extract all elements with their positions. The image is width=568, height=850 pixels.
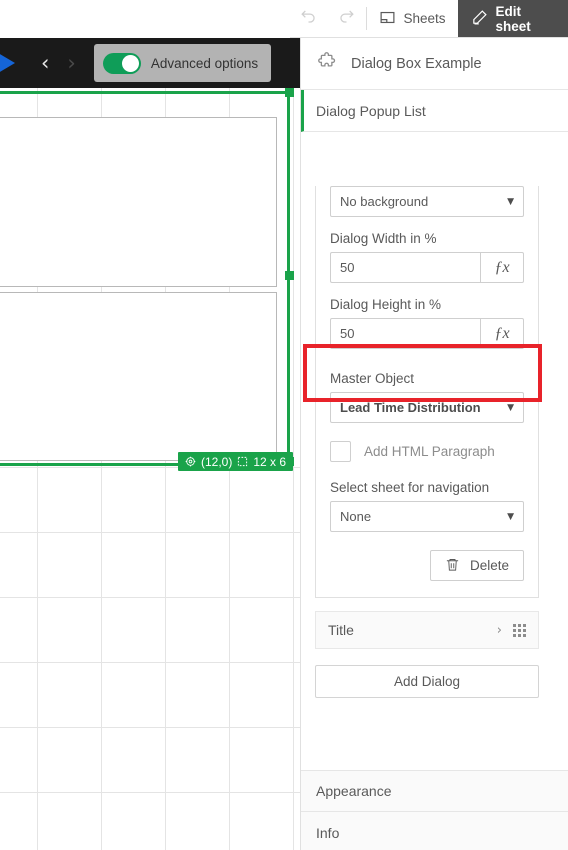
select-sheet-label: Select sheet for navigation: [330, 480, 490, 495]
chevron-down-icon: ▼: [507, 511, 514, 522]
sheets-icon: [379, 9, 396, 29]
add-dialog-label: Add Dialog: [393, 674, 461, 689]
target-icon: [185, 456, 196, 467]
accordion-appearance-label: Appearance: [316, 783, 392, 799]
selection-info-badge: (12,0) 12 x 6: [178, 452, 294, 471]
tab-sheets[interactable]: Sheets: [366, 0, 458, 37]
tab-sheets-label: Sheets: [403, 11, 446, 26]
mpmX-logo[interactable]: [0, 46, 25, 80]
redo-arrow-icon: [337, 7, 356, 31]
add-html-paragraph-checkbox[interactable]: [330, 441, 351, 462]
tab-edit-sheet[interactable]: Edit sheet: [458, 0, 568, 37]
resize-icon: [237, 456, 248, 467]
trash-icon: [445, 557, 460, 575]
dialog-height-input[interactable]: 50: [330, 318, 480, 349]
dialog-height-label: Dialog Height in %: [330, 297, 442, 312]
add-html-paragraph-row[interactable]: Add HTML Paragraph: [330, 441, 524, 462]
redo-button[interactable]: [328, 0, 366, 37]
selection-position: (12,0): [201, 454, 233, 469]
select-sheet-dropdown[interactable]: None ▼: [330, 501, 524, 532]
app-dark-toolbar: ‹ › Advanced options: [0, 38, 300, 88]
object-inner-panel-bottom: [0, 292, 277, 461]
add-dialog-button[interactable]: Add Dialog: [315, 665, 539, 698]
dialog-height-expression-button[interactable]: ƒx: [480, 318, 524, 349]
dialog-background-select[interactable]: No background ▼: [330, 186, 524, 217]
pencil-icon: [471, 9, 488, 29]
selected-object[interactable]: [0, 91, 290, 466]
accordion-info-label: Info: [316, 824, 340, 841]
puzzle-piece-icon: [317, 51, 338, 77]
master-object-select[interactable]: Lead Time Distribution ▼: [330, 392, 524, 423]
delete-label: Delete: [469, 558, 509, 573]
dialog-list-item-title[interactable]: Title ›: [315, 611, 539, 649]
app-root: Sheets Edit sheet ‹ › Advanced options (…: [0, 0, 568, 850]
object-inner-panel-top: [0, 117, 277, 287]
toggle-knob: [121, 54, 139, 72]
resize-handle-middle-right[interactable]: [285, 271, 294, 280]
dialog-list-item-actions: ›: [497, 623, 526, 638]
advanced-options-toggle[interactable]: [102, 52, 141, 74]
drag-dots-icon[interactable]: [513, 623, 526, 637]
advanced-options-label: Advanced options: [150, 55, 259, 71]
chevron-right-icon[interactable]: ›: [497, 623, 502, 638]
chevron-down-icon: ▼: [507, 402, 514, 413]
select-sheet-value: None: [340, 509, 372, 524]
dialog-list-item-label: Title: [328, 622, 354, 638]
back-chevron-icon[interactable]: ‹: [41, 52, 49, 74]
master-object-value: Lead Time Distribution: [340, 400, 481, 415]
dialog-width-expression-button[interactable]: ƒx: [480, 252, 524, 283]
undo-arrow-icon: [299, 7, 318, 31]
chevron-down-icon: ▼: [507, 196, 514, 207]
tab-edit-sheet-label: Edit sheet: [495, 3, 531, 34]
sheet-canvas[interactable]: (12,0) 12 x 6: [0, 88, 300, 850]
delete-row: Delete: [330, 550, 524, 581]
dialog-background-value: No background: [340, 194, 429, 209]
dialog-width-label: Dialog Width in %: [330, 231, 437, 246]
accordion-dialog-popup-list-label: Dialog Popup List: [316, 102, 426, 119]
dialog-height-row: 50 ƒx: [330, 318, 524, 349]
add-html-paragraph-label: Add HTML Paragraph: [364, 444, 495, 459]
navigation-chevrons: ‹ ›: [41, 52, 76, 74]
undo-button[interactable]: [290, 0, 328, 37]
top-toolbar: Sheets Edit sheet: [290, 0, 568, 38]
selection-size: 12 x 6: [253, 454, 287, 469]
dialog-width-input[interactable]: 50: [330, 252, 480, 283]
dialog-settings-group: No background ▼ Dialog Width in % 50 ƒx …: [315, 186, 539, 598]
extension-title: Dialog Box Example: [351, 55, 482, 72]
dialog-width-row: 50 ƒx: [330, 252, 524, 283]
accordion-info[interactable]: Info: [301, 812, 568, 850]
accordion-dialog-popup-list[interactable]: Dialog Popup List: [301, 90, 568, 132]
panel-bottom-sections: Appearance Info About mpmX: [301, 770, 568, 850]
advanced-options-control[interactable]: Advanced options: [93, 44, 272, 82]
accordion-appearance[interactable]: Appearance: [301, 770, 568, 812]
forward-chevron-icon[interactable]: ›: [67, 52, 75, 74]
resize-handle-top-right[interactable]: [285, 88, 294, 97]
extension-header: Dialog Box Example: [301, 38, 568, 90]
master-object-label: Master Object: [330, 371, 415, 386]
delete-button[interactable]: Delete: [429, 550, 524, 581]
property-panel: Dialog Box Example Dialog Popup List No …: [300, 38, 568, 850]
accordion-body: No background ▼ Dialog Width in % 50 ƒx …: [301, 186, 553, 770]
